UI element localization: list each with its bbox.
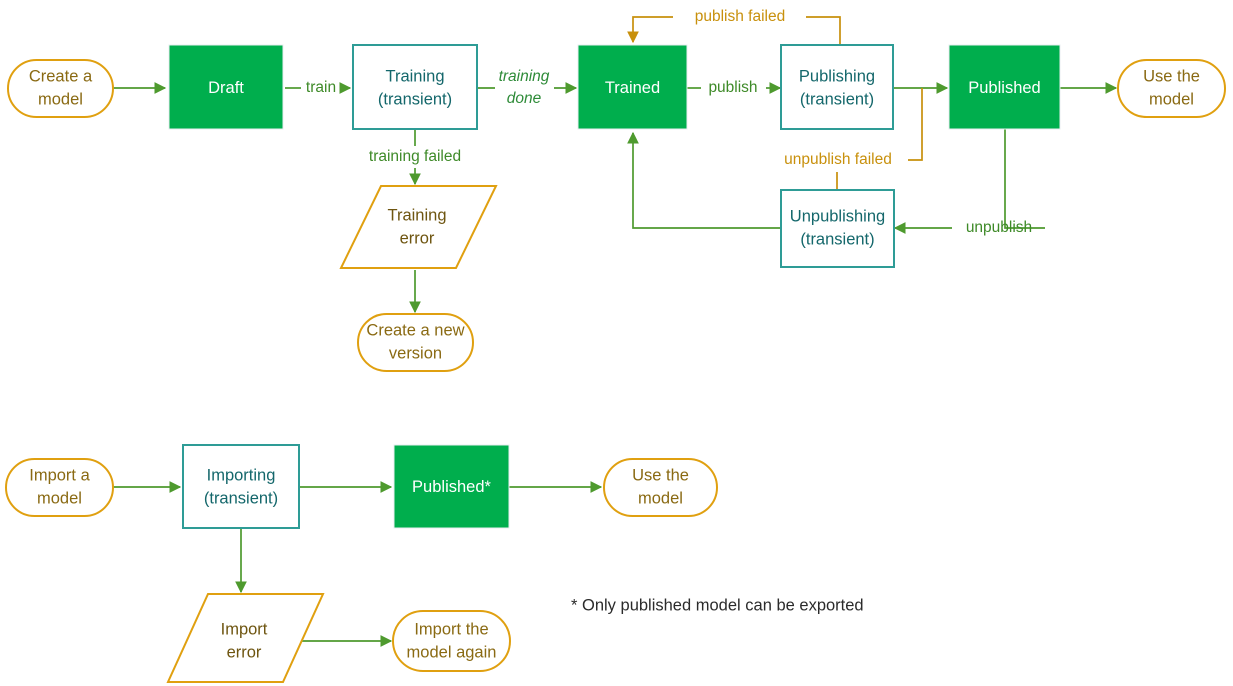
node-unpublishing-line1: Unpublishing bbox=[790, 207, 885, 225]
edge-label-unpublish-failed: unpublish failed bbox=[784, 151, 892, 168]
node-create-a-new-version-line2: version bbox=[389, 344, 442, 362]
node-unpublishing-line2: (transient) bbox=[800, 230, 874, 248]
node-training[interactable]: Training (transient) bbox=[352, 44, 478, 130]
node-create-a-model[interactable]: Create a model bbox=[7, 59, 114, 118]
node-training-error-shape bbox=[339, 185, 498, 269]
node-create-a-model-line1: Create a bbox=[29, 67, 93, 85]
node-use-the-model-top-line1: Use the bbox=[1143, 67, 1200, 85]
node-publishing[interactable]: Publishing (transient) bbox=[780, 44, 894, 130]
edge-label-publish-failed: publish failed bbox=[695, 8, 785, 25]
node-training-error-line1: Training bbox=[388, 206, 447, 224]
node-import-a-model-line2: model bbox=[37, 489, 82, 507]
node-import-the-model-again-line1: Import the bbox=[414, 620, 488, 638]
node-importing-line1: Importing bbox=[207, 466, 276, 484]
node-import-the-model-again-line2: model again bbox=[407, 643, 497, 661]
node-use-the-model-top[interactable]: Use the model bbox=[1117, 59, 1226, 118]
node-create-a-new-version[interactable]: Create a new version bbox=[357, 313, 474, 372]
state-diagram-svg: train training done publish publish fail… bbox=[5, 8, 1226, 683]
node-published-label: Published bbox=[968, 79, 1040, 97]
edge-publish-failed-left bbox=[627, 16, 673, 44]
node-publishing-shape bbox=[780, 44, 894, 130]
node-import-a-model-line1: Import a bbox=[29, 466, 90, 484]
node-training-error[interactable]: Training error bbox=[339, 185, 498, 269]
node-create-a-new-version-line1: Create a new bbox=[366, 321, 464, 339]
node-publishing-line2: (transient) bbox=[800, 90, 874, 108]
node-training-error-line2: error bbox=[400, 229, 435, 247]
edge-label-unpublish: unpublish bbox=[966, 219, 1032, 236]
node-trained-label: Trained bbox=[605, 79, 660, 97]
edge-label-publish: publish bbox=[708, 79, 757, 96]
node-publishing-line1: Publishing bbox=[799, 67, 875, 85]
node-training-shape bbox=[352, 44, 478, 130]
edge-unpublish-failed-riser bbox=[908, 88, 923, 161]
node-published[interactable]: Published bbox=[948, 44, 1061, 130]
node-importing[interactable]: Importing (transient) bbox=[182, 444, 300, 529]
node-import-error-line2: error bbox=[227, 643, 262, 661]
edge-label-train: train bbox=[306, 79, 336, 96]
node-training-line1: Training bbox=[386, 67, 445, 85]
footnote-text: * Only published model can be exported bbox=[571, 596, 864, 614]
node-use-the-model-bottom-line1: Use the bbox=[632, 466, 689, 484]
edge-label-training-done-line2: done bbox=[507, 90, 542, 107]
node-import-a-model[interactable]: Import a model bbox=[5, 458, 114, 517]
node-use-the-model-bottom[interactable]: Use the model bbox=[603, 458, 718, 517]
node-published-star[interactable]: Published* bbox=[393, 444, 510, 529]
node-import-error-line1: Import bbox=[221, 620, 268, 638]
node-draft[interactable]: Draft bbox=[168, 44, 284, 130]
node-unpublishing-shape bbox=[780, 189, 895, 268]
diagram-canvas: train training done publish publish fail… bbox=[0, 0, 1233, 686]
node-create-a-model-line2: model bbox=[38, 90, 83, 108]
node-published-star-label: Published* bbox=[412, 478, 491, 496]
node-use-the-model-top-line2: model bbox=[1149, 90, 1194, 108]
edge-unpublishing-to-trained bbox=[627, 131, 781, 229]
node-import-the-model-again[interactable]: Import the model again bbox=[392, 610, 511, 672]
node-training-line2: (transient) bbox=[378, 90, 452, 108]
edge-publish-failed-right bbox=[806, 16, 841, 45]
edge-unpublish-seg1 bbox=[1004, 129, 1045, 229]
node-unpublishing[interactable]: Unpublishing (transient) bbox=[780, 189, 895, 268]
node-draft-label: Draft bbox=[208, 79, 244, 97]
edge-label-training-failed: training failed bbox=[369, 148, 461, 165]
edge-label-training-done-line1: training bbox=[499, 68, 550, 85]
node-trained[interactable]: Trained bbox=[577, 44, 688, 130]
node-importing-shape bbox=[182, 444, 300, 529]
node-use-the-model-bottom-line2: model bbox=[638, 489, 683, 507]
node-importing-line2: (transient) bbox=[204, 489, 278, 507]
node-import-error[interactable]: Import error bbox=[166, 593, 325, 683]
